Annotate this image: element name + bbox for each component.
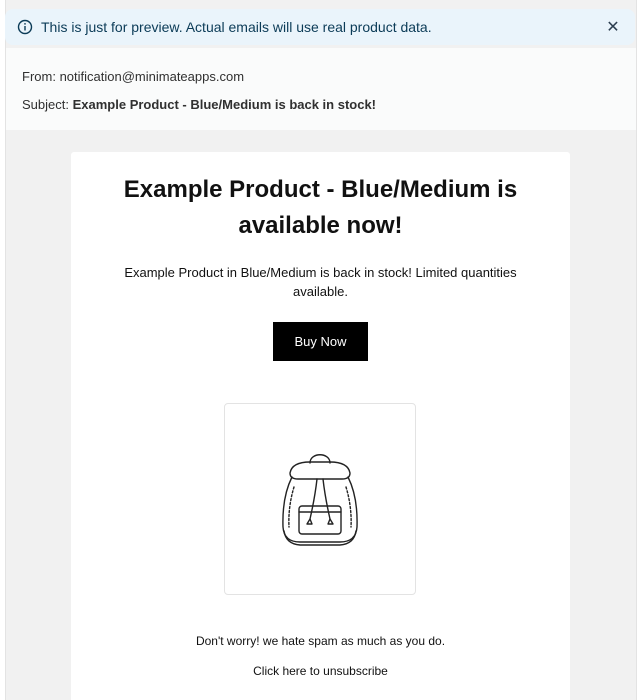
subject-value: Example Product - Blue/Medium is back in…: [72, 97, 377, 112]
email-body-card: Example Product - Blue/Medium is availab…: [71, 152, 570, 700]
spam-note: Don't worry! we hate spam as much as you…: [195, 634, 446, 648]
info-icon: [17, 19, 33, 35]
from-label: From:: [22, 69, 56, 84]
email-headline: Example Product - Blue/Medium is availab…: [123, 176, 518, 239]
preview-info-banner: This is just for preview. Actual emails …: [5, 9, 635, 45]
banner-text: This is just for preview. Actual emails …: [41, 19, 432, 35]
email-header: From: notification@minimateapps.com Subj…: [6, 48, 636, 130]
from-row: From: notification@minimateapps.com: [22, 68, 620, 96]
email-body-text: Example Product in Blue/Medium is back i…: [124, 265, 517, 299]
unsubscribe-link[interactable]: Click here to unsubscribe: [71, 664, 570, 678]
subject-label: Subject:: [22, 97, 69, 112]
from-value: notification@minimateapps.com: [59, 69, 245, 84]
buy-now-button[interactable]: Buy Now: [273, 322, 368, 361]
close-icon[interactable]: ✕: [603, 17, 623, 37]
product-image[interactable]: [224, 403, 416, 595]
subject-row: Subject: Example Product - Blue/Medium i…: [22, 96, 620, 124]
backpack-icon: [282, 454, 358, 546]
